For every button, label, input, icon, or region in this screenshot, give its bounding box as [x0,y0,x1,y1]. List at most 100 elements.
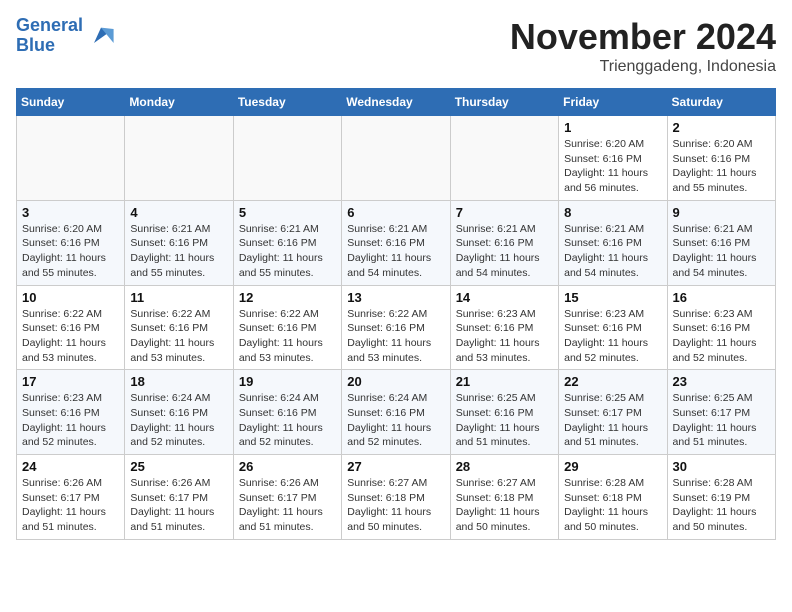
day-number: 24 [22,459,119,474]
calendar-cell: 18 Sunrise: 6:24 AM Sunset: 6:16 PM Dayli… [125,370,233,455]
day-number: 13 [347,290,444,305]
calendar-cell [17,116,125,201]
calendar-cell: 8 Sunrise: 6:21 AM Sunset: 6:16 PM Daylig… [559,200,667,285]
day-number: 22 [564,374,661,389]
day-info: Sunrise: 6:25 AM Sunset: 6:16 PM Dayligh… [456,391,553,450]
calendar-week-3: 10 Sunrise: 6:22 AM Sunset: 6:16 PM Dayli… [17,285,776,370]
calendar-cell [342,116,450,201]
day-number: 27 [347,459,444,474]
day-info: Sunrise: 6:21 AM Sunset: 6:16 PM Dayligh… [456,222,553,281]
day-number: 4 [130,205,227,220]
calendar-cell: 26 Sunrise: 6:26 AM Sunset: 6:17 PM Dayli… [233,455,341,540]
day-number: 30 [673,459,770,474]
calendar-week-5: 24 Sunrise: 6:26 AM Sunset: 6:17 PM Dayli… [17,455,776,540]
day-info: Sunrise: 6:25 AM Sunset: 6:17 PM Dayligh… [564,391,661,450]
calendar-cell: 24Sunrise: 6:26 AM Sunset: 6:17 PM Dayli… [17,455,125,540]
calendar-cell [125,116,233,201]
day-info: Sunrise: 6:21 AM Sunset: 6:16 PM Dayligh… [239,222,336,281]
day-number: 10 [22,290,119,305]
calendar-cell: 14 Sunrise: 6:23 AM Sunset: 6:16 PM Dayli… [450,285,558,370]
day-number: 16 [673,290,770,305]
day-info: Sunrise: 6:26 AM Sunset: 6:17 PM Dayligh… [239,476,336,535]
calendar-header-sunday: Sunday [17,89,125,116]
calendar-week-4: 17Sunrise: 6:23 AM Sunset: 6:16 PM Dayli… [17,370,776,455]
day-number: 11 [130,290,227,305]
day-info: Sunrise: 6:22 AM Sunset: 6:16 PM Dayligh… [239,307,336,366]
logo: General Blue [16,16,115,56]
day-info: Sunrise: 6:21 AM Sunset: 6:16 PM Dayligh… [130,222,227,281]
day-number: 29 [564,459,661,474]
day-info: Sunrise: 6:25 AM Sunset: 6:17 PM Dayligh… [673,391,770,450]
day-info: Sunrise: 6:20 AM Sunset: 6:16 PM Dayligh… [564,137,661,196]
logo-general: General [16,15,83,35]
month-title: November 2024 [510,16,776,58]
calendar-header-row: SundayMondayTuesdayWednesdayThursdayFrid… [17,89,776,116]
calendar-cell: 12 Sunrise: 6:22 AM Sunset: 6:16 PM Dayli… [233,285,341,370]
day-info: Sunrise: 6:21 AM Sunset: 6:16 PM Dayligh… [564,222,661,281]
calendar-cell [233,116,341,201]
day-number: 14 [456,290,553,305]
calendar-cell: 28Sunrise: 6:27 AM Sunset: 6:18 PM Dayli… [450,455,558,540]
calendar-header-tuesday: Tuesday [233,89,341,116]
page-header: General Blue November 2024 Trienggadeng,… [16,16,776,76]
logo-icon [87,22,115,50]
calendar-cell: 22 Sunrise: 6:25 AM Sunset: 6:17 PM Dayli… [559,370,667,455]
day-number: 12 [239,290,336,305]
day-number: 7 [456,205,553,220]
day-info: Sunrise: 6:20 AM Sunset: 6:16 PM Dayligh… [22,222,119,281]
calendar-header-saturday: Saturday [667,89,775,116]
day-info: Sunrise: 6:24 AM Sunset: 6:16 PM Dayligh… [347,391,444,450]
calendar-cell: 2 Sunrise: 6:20 AM Sunset: 6:16 PM Daylig… [667,116,775,201]
day-number: 6 [347,205,444,220]
calendar-cell: 20 Sunrise: 6:24 AM Sunset: 6:16 PM Dayli… [342,370,450,455]
calendar-cell: 3Sunrise: 6:20 AM Sunset: 6:16 PM Daylig… [17,200,125,285]
calendar-cell: 9 Sunrise: 6:21 AM Sunset: 6:16 PM Daylig… [667,200,775,285]
day-number: 18 [130,374,227,389]
day-info: Sunrise: 6:20 AM Sunset: 6:16 PM Dayligh… [673,137,770,196]
calendar-cell: 10 Sunrise: 6:22 AM Sunset: 6:16 PM Dayli… [17,285,125,370]
day-info: Sunrise: 6:24 AM Sunset: 6:16 PM Dayligh… [130,391,227,450]
logo-blue: Blue [16,35,55,55]
day-info: Sunrise: 6:22 AM Sunset: 6:16 PM Dayligh… [22,307,119,366]
calendar-cell: 15Sunrise: 6:23 AM Sunset: 6:16 PM Dayli… [559,285,667,370]
calendar-cell: 29 Sunrise: 6:28 AM Sunset: 6:18 PM Dayli… [559,455,667,540]
day-info: Sunrise: 6:22 AM Sunset: 6:16 PM Dayligh… [347,307,444,366]
day-info: Sunrise: 6:23 AM Sunset: 6:16 PM Dayligh… [673,307,770,366]
calendar-header-wednesday: Wednesday [342,89,450,116]
day-info: Sunrise: 6:23 AM Sunset: 6:16 PM Dayligh… [456,307,553,366]
calendar-cell: 5 Sunrise: 6:21 AM Sunset: 6:16 PM Daylig… [233,200,341,285]
calendar-cell: 1 Sunrise: 6:20 AM Sunset: 6:16 PM Daylig… [559,116,667,201]
calendar-cell: 21 Sunrise: 6:25 AM Sunset: 6:16 PM Dayli… [450,370,558,455]
day-info: Sunrise: 6:28 AM Sunset: 6:18 PM Dayligh… [564,476,661,535]
day-info: Sunrise: 6:27 AM Sunset: 6:18 PM Dayligh… [347,476,444,535]
day-number: 2 [673,120,770,135]
day-info: Sunrise: 6:21 AM Sunset: 6:16 PM Dayligh… [347,222,444,281]
day-info: Sunrise: 6:21 AM Sunset: 6:16 PM Dayligh… [673,222,770,281]
day-number: 25 [130,459,227,474]
day-number: 20 [347,374,444,389]
calendar-table: SundayMondayTuesdayWednesdayThursdayFrid… [16,88,776,540]
title-block: November 2024 Trienggadeng, Indonesia [510,16,776,76]
day-info: Sunrise: 6:26 AM Sunset: 6:17 PM Dayligh… [130,476,227,535]
calendar-header-friday: Friday [559,89,667,116]
calendar-week-1: 1 Sunrise: 6:20 AM Sunset: 6:16 PM Daylig… [17,116,776,201]
day-number: 26 [239,459,336,474]
day-number: 8 [564,205,661,220]
calendar-cell: 6 Sunrise: 6:21 AM Sunset: 6:16 PM Daylig… [342,200,450,285]
day-info: Sunrise: 6:27 AM Sunset: 6:18 PM Dayligh… [456,476,553,535]
calendar-cell: 19Sunrise: 6:24 AM Sunset: 6:16 PM Dayli… [233,370,341,455]
day-number: 19 [239,374,336,389]
day-info: Sunrise: 6:28 AM Sunset: 6:19 PM Dayligh… [673,476,770,535]
location: Trienggadeng, Indonesia [510,58,776,76]
calendar-body: 1 Sunrise: 6:20 AM Sunset: 6:16 PM Daylig… [17,116,776,540]
day-number: 9 [673,205,770,220]
calendar-cell: 25 Sunrise: 6:26 AM Sunset: 6:17 PM Dayli… [125,455,233,540]
calendar-cell: 13 Sunrise: 6:22 AM Sunset: 6:16 PM Dayli… [342,285,450,370]
calendar-cell: 7 Sunrise: 6:21 AM Sunset: 6:16 PM Daylig… [450,200,558,285]
calendar-cell: 11Sunrise: 6:22 AM Sunset: 6:16 PM Dayli… [125,285,233,370]
calendar-cell: 30 Sunrise: 6:28 AM Sunset: 6:19 PM Dayli… [667,455,775,540]
day-number: 5 [239,205,336,220]
day-number: 21 [456,374,553,389]
day-number: 1 [564,120,661,135]
calendar-cell [450,116,558,201]
